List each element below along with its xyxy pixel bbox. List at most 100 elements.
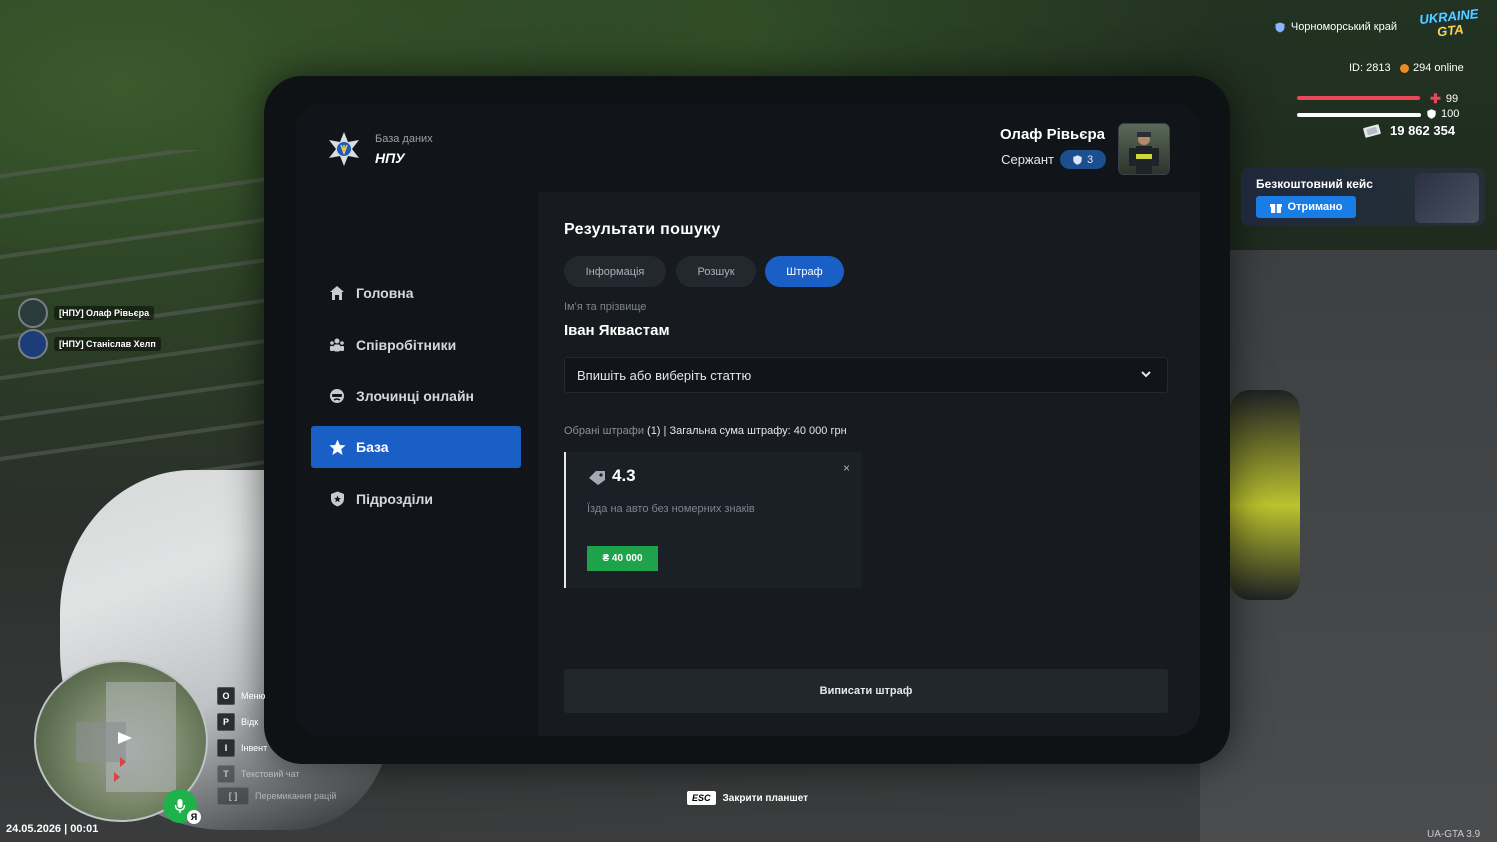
police-star-icon (329, 132, 359, 166)
cash-icon (1363, 123, 1381, 138)
region-shield-icon (1275, 22, 1285, 32)
sidebar-item-label: Головна (356, 285, 414, 301)
main-panel: Олаф Рівьєра Сержант 3 Результати пошуку… (538, 104, 1200, 736)
player-id: ID: 2813 (1349, 62, 1391, 74)
key-cap: [ ] (217, 787, 249, 805)
article-select[interactable]: Впишіть або виберіть статтю (564, 357, 1168, 393)
free-case-panel: Безкоштовний кейс Отримано (1241, 168, 1485, 226)
region-name: Чорноморський край (1290, 21, 1397, 33)
date-time: 24.05.2026 | 00:01 (6, 823, 99, 835)
game-version: UA-GTA 3.9 (1427, 829, 1481, 840)
chevron-down-icon (1141, 371, 1151, 378)
key-label: Текстовий чат (241, 769, 300, 779)
player-avatar (18, 298, 48, 328)
sidebar-item-criminals[interactable]: Злочинці онлайн (311, 375, 521, 417)
tag-icon (589, 471, 605, 485)
tab-information[interactable]: Інформація (564, 256, 666, 287)
case-button-label: Отримано (1287, 201, 1343, 213)
tab-fine[interactable]: Штраф (765, 256, 844, 287)
player-avatar (18, 329, 48, 359)
db-subtitle: База даних (375, 133, 433, 145)
case-image (1415, 173, 1479, 223)
online-text: 294 online (1413, 62, 1464, 74)
home-icon (328, 284, 346, 302)
tablet-screen: База даних НПУ Головна Співробітники Зло… (296, 104, 1200, 736)
fine-price: ₴ 40 000 (587, 546, 658, 571)
key-cap: P (217, 713, 235, 731)
sidebar-item-employees[interactable]: Співробітники (311, 324, 521, 366)
esc-label: Закрити планшет (722, 792, 809, 804)
armor-shield-icon (1427, 109, 1436, 119)
fines-summary: Обрані штрафи (1) | Загальна сума штрафу… (564, 425, 847, 437)
sidebar: База даних НПУ Головна Співробітники Зло… (296, 104, 538, 736)
esc-key: ESC (687, 791, 716, 805)
article-select-placeholder: Впишіть або виберіть статтю (577, 367, 752, 383)
user-header: Олаф Рівьєра Сержант 3 (538, 104, 1200, 192)
gift-icon (1269, 203, 1282, 213)
user-name: Олаф Рівьєра (999, 126, 1105, 143)
sidebar-item-label: Підрозділи (356, 491, 433, 507)
microphone-icon (174, 799, 186, 813)
key-label: Перемикання рацій (255, 791, 337, 801)
money-value: 19 862 354 (1390, 123, 1456, 138)
player-name: [НПУ] Олаф Рівьєра (54, 306, 155, 320)
armor-value: 100 (1441, 108, 1460, 120)
sidebar-item-base[interactable]: База (311, 426, 521, 468)
keybind-hint: I Інвент (217, 739, 267, 757)
keybind-hint: [ ] Перемикання рацій (217, 787, 336, 805)
issue-fine-button[interactable]: Виписати штраф (564, 669, 1168, 713)
background-officer (1230, 390, 1300, 600)
fines-summary-value: (1) | Загальна сума штрафу: 40 000 грн (647, 425, 847, 437)
shield-icon (328, 490, 346, 508)
people-icon (328, 336, 346, 354)
health-bar (1297, 96, 1420, 100)
page-title: Результати пошуку (564, 221, 721, 238)
nearby-player: [НПУ] Олаф Рівьєра (18, 298, 155, 328)
key-label: Інвент (241, 743, 268, 753)
keybind-hint: P Відк (217, 713, 258, 731)
avatar (1118, 123, 1170, 175)
online-count: 294 online (1400, 62, 1464, 74)
star-icon (328, 438, 346, 456)
rank-shield-icon (1073, 154, 1082, 165)
health-plus-icon: ✚ (1430, 91, 1441, 106)
rank-level: 3 (1086, 153, 1094, 166)
key-cap: T (217, 765, 235, 783)
name-label: Ім'я та прізвище (564, 301, 647, 313)
criminal-icon (328, 387, 346, 405)
money-display: 19 862 354 (1362, 123, 1455, 138)
db-title: НПУ (375, 150, 405, 166)
key-cap: I (217, 739, 235, 757)
key-label: Відк (241, 717, 259, 727)
health-value: 99 (1445, 93, 1459, 105)
sidebar-item-units[interactable]: Підрозділи (311, 478, 521, 520)
game-logo: UKRAINE GTA (1416, 6, 1483, 48)
case-title: Безкоштовний кейс (1256, 177, 1373, 191)
fine-card: 4.3 × Їзда на авто без номерних знаків ₴… (564, 452, 862, 588)
player-name: [НПУ] Станіслав Хелп (54, 337, 161, 351)
health-readout: ✚ 99 (1430, 91, 1458, 107)
rank-badge: 3 (1060, 150, 1106, 169)
key-cap: O (217, 687, 235, 705)
voice-mode-badge: Я (187, 810, 201, 824)
user-rank: Сержант (1001, 152, 1054, 167)
sidebar-item-label: Злочинці онлайн (356, 388, 475, 404)
sidebar-item-home[interactable]: Головна (311, 272, 521, 314)
armor-readout: 100 (1427, 108, 1459, 120)
fine-description: Їзда на авто без номерних знаків (587, 503, 755, 515)
case-claim-button[interactable]: Отримано (1256, 196, 1356, 218)
keybind-hint: O Меню (217, 687, 265, 705)
fines-summary-prefix: Обрані штрафи (564, 425, 644, 437)
key-label: Меню (241, 691, 266, 701)
tab-wanted[interactable]: Розшук (676, 256, 756, 287)
fine-code: 4.3 (612, 466, 636, 485)
keybind-hint: T Текстовий чат (217, 765, 300, 783)
online-dot-icon (1400, 63, 1409, 73)
region-indicator: Чорноморський край (1275, 21, 1397, 33)
close-tablet-hint[interactable]: ESC Закрити планшет (687, 791, 808, 805)
nearby-player: [НПУ] Станіслав Хелп (18, 329, 161, 359)
fine-remove-button[interactable]: × (843, 461, 850, 475)
sidebar-item-label: База (356, 439, 389, 455)
armor-bar (1297, 113, 1421, 117)
sidebar-item-label: Співробітники (356, 337, 457, 353)
